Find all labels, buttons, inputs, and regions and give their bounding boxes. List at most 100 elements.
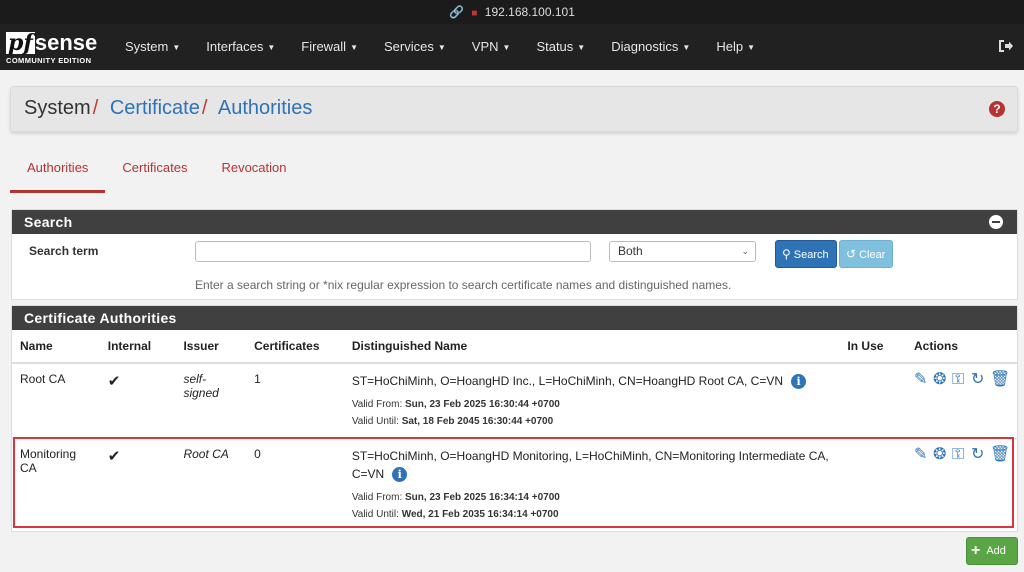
ca-cert-count: 0 [254,447,261,461]
clear-button-label: Clear [859,249,886,261]
valid-until-label: Valid Until: [351,416,399,427]
valid-until: Sat, 18 Feb 2045 16:30:44 +0700 [401,416,554,427]
tab-certificates[interactable]: Certificates [105,150,204,190]
delete-trash-icon[interactable]: 🗑 [990,372,1010,388]
search-panel: Search Search term Both ⌄ ⚲ Search ↺ Clear… [11,209,1018,300]
ca-dn: ST=HoChiMinh, O=HoangHD Inc., L=HoChiMin… [351,374,784,388]
ca-dn-cell: ST=HoChiMinh, O=HoangHD Monitoring, L=Ho… [344,439,840,532]
col-name: Name [12,330,100,364]
valid-until: Wed, 21 Feb 2035 16:34:14 +0700 [401,509,559,520]
collapse-icon[interactable] [989,215,1003,229]
caret-down-icon: ▼ [437,42,446,52]
menu-interfaces[interactable]: Interfaces ▼ [193,24,288,70]
add-button[interactable]: + Add [966,537,1018,565]
caret-down-icon: ▼ [502,42,511,52]
search-button-label: Search [793,249,829,261]
caret-down-icon: ▼ [747,42,756,52]
add-button-label: Add [986,545,1006,557]
search-scope-value: Both [618,244,643,258]
table-row: Monitoring CA ✔ Root CA 0 ST=HoChiMinh, … [12,439,1017,532]
ca-dn-cell: ST=HoChiMinh, O=HoangHD Inc., L=HoChiMin… [343,363,840,439]
export-key-icon[interactable]: ⚿ [952,447,968,463]
edit-pencil-icon[interactable]: ✎ [914,447,930,463]
export-cert-icon[interactable]: ❂ [933,447,949,463]
breadcrumb-separator: / [201,97,208,119]
menu-vpn[interactable]: VPN ▼ [459,24,524,70]
export-key-icon[interactable]: ⚿ [952,372,968,388]
menu-system[interactable]: System ▼ [112,24,193,70]
search-icon: ⚲ [782,247,791,261]
menu-diagnostics[interactable]: Diagnostics ▼ [598,24,703,70]
valid-until-label: Valid Until: [351,509,399,520]
renew-icon[interactable]: ↻ [971,447,987,463]
info-icon[interactable]: i [791,374,807,390]
check-icon: ✔ [107,448,121,465]
breadcrumb-system: System [24,97,91,119]
help-icon[interactable]: ? [989,101,1005,117]
ca-actions: ✎ ❂ ⚿ ↻ 🗑 [906,439,1017,532]
ca-in-use [839,363,906,439]
ca-name: Root CA [12,363,100,439]
search-hint: Enter a search string or *nix regular ex… [195,278,732,292]
ca-name: Monitoring CA [20,447,77,475]
breadcrumb-authorities[interactable]: Authorities [218,97,313,119]
ca-issuer: Root CA [183,447,229,461]
ca-actions: ✎ ❂ ⚿ ↻ 🗑 [906,363,1017,439]
menu-firewall[interactable]: Firewall ▼ [288,24,371,70]
caret-down-icon: ▼ [350,42,358,52]
col-distinguished-name: Distinguished Name [343,330,840,364]
col-actions: Actions [906,330,1017,364]
certificate-authorities-panel: Certificate Authorities Name Internal Is… [11,305,1018,532]
ca-cert-count: 1 [246,363,344,439]
logo-pf: pf [6,30,35,56]
ca-dn: ST=HoChiMinh, O=HoangHD Monitoring, L=Ho… [351,449,829,481]
valid-from-label: Valid From: [351,492,403,503]
valid-from: Sun, 23 Feb 2025 16:34:14 +0700 [405,492,560,503]
ca-panel-header: Certificate Authorities [12,306,1017,330]
clear-button[interactable]: ↺ Clear [839,240,893,268]
logout-icon[interactable] [998,38,1014,54]
table-header-row: Name Internal Issuer Certificates Distin… [12,330,1017,364]
chevron-down-icon: ⌄ [741,246,749,256]
address-url[interactable]: 192.168.100.101 [485,5,575,19]
undo-icon: ↺ [846,247,857,261]
ca-table: Name Internal Issuer Certificates Distin… [12,330,1017,531]
valid-from-label: Valid From: [351,399,403,410]
col-in-use: In Use [839,330,906,364]
ca-in-use [839,439,906,532]
search-input[interactable] [195,241,591,262]
logo-edition: COMMUNITY EDITION [6,56,92,65]
col-internal: Internal [99,330,176,364]
link-icon: 🔗 [449,5,465,19]
search-panel-header: Search [12,210,1017,234]
tab-authorities[interactable]: Authorities [10,150,106,193]
breadcrumb-certificate[interactable]: Certificate [110,97,200,119]
caret-down-icon: ▼ [267,42,276,52]
search-scope-select[interactable]: Both ⌄ [609,241,756,262]
search-button[interactable]: ⚲ Search [775,240,837,268]
export-cert-icon[interactable]: ❂ [933,372,949,388]
breadcrumb-bar: System / Certificate / Authorities ? [10,86,1018,132]
menu-status[interactable]: Status ▼ [523,24,598,70]
caret-down-icon: ▼ [682,42,691,52]
pfsense-logo[interactable]: pfsense COMMUNITY EDITION [6,32,97,65]
tab-revocation[interactable]: Revocation [204,150,303,190]
top-navbar: pfsense COMMUNITY EDITION System ▼ Interf… [0,24,1024,70]
address-bar: 🔗 ■ 192.168.100.101 [0,0,1024,24]
table-row: Root CA ✔ self-signed 1 ST=HoChiMinh, O=… [12,363,1017,439]
menu-services[interactable]: Services ▼ [371,24,459,70]
logo-sense: sense [34,30,98,55]
col-issuer: Issuer [175,330,247,364]
search-panel-title: Search [24,214,73,230]
renew-icon[interactable]: ↻ [971,372,987,388]
delete-trash-icon[interactable]: 🗑 [990,447,1010,463]
ca-issuer: self-signed [175,363,247,439]
ca-panel-title: Certificate Authorities [24,310,177,326]
insecure-lock-icon: ■ [471,8,478,19]
info-icon[interactable]: i [392,467,408,483]
edit-pencil-icon[interactable]: ✎ [914,372,930,388]
col-certificates: Certificates [246,330,344,364]
menu-help[interactable]: Help ▼ [703,24,768,70]
caret-down-icon: ▼ [172,42,181,52]
plus-icon: + [971,542,981,560]
